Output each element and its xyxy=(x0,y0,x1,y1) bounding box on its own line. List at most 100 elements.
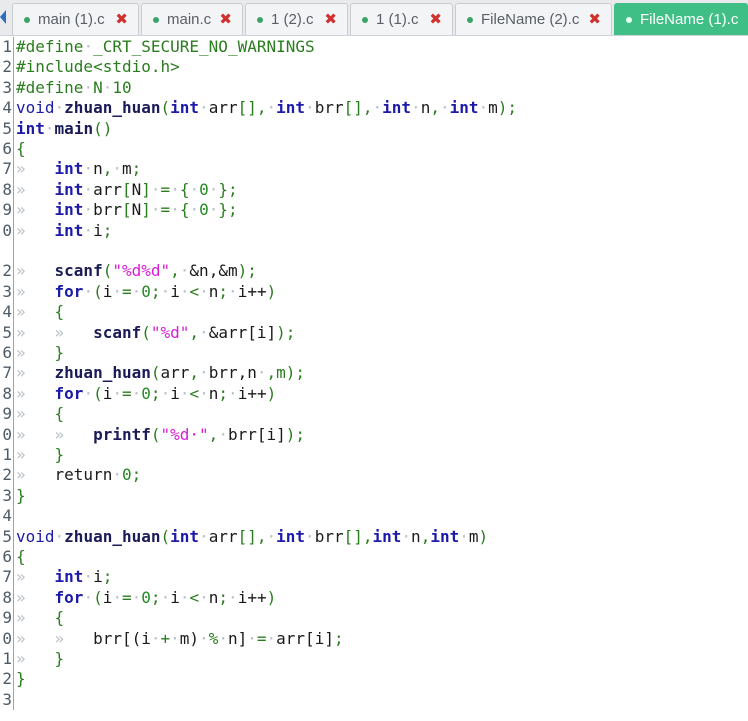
code-token: main xyxy=(54,118,94,138)
code-token: 0 xyxy=(199,179,209,199)
code-line[interactable]: 9» { xyxy=(0,608,748,629)
code-token: n xyxy=(93,159,103,179)
code-line[interactable]: 8» for·(i·=·0;·i·<·n;·i++) xyxy=(0,383,748,405)
code-token: + xyxy=(160,628,171,648)
code-text: » { xyxy=(16,302,64,322)
code-token: < xyxy=(189,383,200,403)
code-line[interactable]: 3» for·(i·=·0;·i·<·n;·i++) xyxy=(0,281,748,303)
code-line[interactable]: 8» int·arr[N]·=·{·0·}; xyxy=(0,179,748,201)
whitespace-marker: » xyxy=(16,261,55,281)
whitespace-marker: · xyxy=(199,628,209,648)
code-line[interactable]: 5» » scanf("%d",·&arr[i]); xyxy=(0,322,748,343)
code-line[interactable]: 1» } xyxy=(0,445,748,466)
tab-label: 1 (2).c xyxy=(271,11,314,28)
code-token: i xyxy=(93,220,103,240)
whitespace-marker: » xyxy=(16,383,55,403)
code-token: ,m); xyxy=(266,363,306,383)
close-tab-icon[interactable]: ✖ xyxy=(588,10,601,28)
code-line[interactable]: 7» int·i; xyxy=(0,567,748,588)
code-line[interactable]: 3 #define·N·10 xyxy=(0,77,748,99)
code-line[interactable]: 2 #include<stdio.h> xyxy=(0,57,748,78)
close-tab-icon[interactable]: ✖ xyxy=(115,10,128,28)
code-token: _CRT_SECURE_NO_WARNINGS xyxy=(93,37,315,56)
whitespace-marker: · xyxy=(478,98,489,118)
code-line[interactable]: 9» { xyxy=(0,404,748,425)
code-token: , xyxy=(170,261,180,281)
code-line[interactable]: 0» » printf("%d·",·brr[i]); xyxy=(0,424,748,445)
code-line[interactable]: 2» return·0; xyxy=(0,465,748,486)
code-editor[interactable]: 1 #define·_CRT_SECURE_NO_WARNINGS 2 #includ… xyxy=(0,36,748,721)
whitespace-marker: » xyxy=(16,567,55,587)
code-line[interactable]: 2» scanf("%d%d",·&n,&m); xyxy=(0,261,748,282)
tab-scroll-left-icon[interactable] xyxy=(0,10,6,24)
code-token: brr,n xyxy=(208,363,257,383)
code-token: i xyxy=(170,587,180,607)
code-line[interactable] xyxy=(0,241,748,262)
code-text: #include<stdio.h> xyxy=(16,57,180,77)
code-token: int xyxy=(54,179,84,199)
code-token: [], xyxy=(343,526,373,546)
line-number: 5 xyxy=(0,322,14,343)
whitespace-marker: · xyxy=(401,526,412,546)
code-line[interactable]: 3 xyxy=(0,689,748,711)
code-token: &arr[i] xyxy=(208,322,277,342)
code-line[interactable]: 5 int·main() xyxy=(0,118,748,139)
code-token: ; xyxy=(218,383,229,403)
whitespace-marker: · xyxy=(266,628,277,648)
code-line[interactable]: 0» » brr[(i·+·m)·%·n]·=·arr[i]; xyxy=(0,628,748,649)
code-line[interactable]: 7» zhuan_huan(arr,·brr,n·,m); xyxy=(0,363,748,384)
code-line[interactable]: 1 #define·_CRT_SECURE_NO_WARNINGS xyxy=(0,37,748,58)
code-token: ( xyxy=(93,383,103,403)
tab-main-1-c[interactable]: main (1).c ✖ xyxy=(12,3,139,35)
line-number: 7 xyxy=(0,363,14,384)
code-line[interactable]: 1» } xyxy=(0,649,748,670)
close-tab-icon[interactable]: ✖ xyxy=(429,10,442,28)
code-token: i xyxy=(170,281,180,301)
code-line[interactable]: 6{ xyxy=(0,547,748,568)
code-line[interactable]: 4 xyxy=(0,506,748,527)
code-text: } xyxy=(16,486,26,506)
code-token: int xyxy=(54,567,84,587)
code-line[interactable]: 8» for·(i·=·0;·i·<·n;·i++) xyxy=(0,587,748,609)
code-token: ( xyxy=(160,526,171,546)
code-text: » int·arr[N]·=·{·0·}; xyxy=(16,180,238,200)
whitespace-marker: · xyxy=(83,587,94,607)
line-number: 0 xyxy=(0,628,14,649)
tab-1-1-c[interactable]: 1 (1).c ✖ xyxy=(350,3,453,35)
code-token: arr xyxy=(160,363,190,383)
code-token: &n,&m xyxy=(189,261,238,281)
line-number: 1 xyxy=(0,445,14,466)
code-line[interactable]: 7» int·n,·m; xyxy=(0,159,748,180)
code-token: 0 xyxy=(199,200,209,220)
code-token: ; xyxy=(131,465,142,485)
tab-filename-1-c[interactable]: FileName (1).c xyxy=(614,3,748,35)
code-token: } xyxy=(54,343,65,362)
code-token: i xyxy=(102,281,113,301)
code-token: i++ xyxy=(237,383,267,403)
code-token: { xyxy=(54,608,65,628)
code-line[interactable]: 2} xyxy=(0,669,748,690)
code-text: » int·i; xyxy=(16,567,112,587)
tab-filename-2-c[interactable]: FileName (2).c ✖ xyxy=(455,3,612,35)
code-token: int xyxy=(276,526,306,546)
close-tab-icon[interactable]: ✖ xyxy=(324,10,337,28)
tab-1-2-c[interactable]: 1 (2).c ✖ xyxy=(245,3,348,35)
code-token: ); xyxy=(237,261,257,281)
whitespace-marker: » xyxy=(16,220,55,240)
whitespace-marker: · xyxy=(228,587,238,607)
code-token: ; xyxy=(333,628,344,648)
code-line[interactable]: 9» int·brr[N]·=·{·0·}; xyxy=(0,200,748,221)
code-line[interactable]: 0» int·i; xyxy=(0,220,748,241)
code-line[interactable]: 4 void·zhuan_huan(int·arr[],·int·brr[],·i… xyxy=(0,98,748,119)
code-line[interactable]: 6{ xyxy=(0,139,748,160)
tab-main-c[interactable]: main.c ✖ xyxy=(141,3,243,35)
line-number: 4 xyxy=(0,506,14,527)
close-tab-icon[interactable]: ✖ xyxy=(219,10,232,28)
code-line[interactable]: 4» { xyxy=(0,302,748,323)
code-token: n xyxy=(420,98,431,118)
code-token: #define xyxy=(16,37,84,56)
code-line[interactable]: 3} xyxy=(0,485,748,507)
code-line[interactable]: 6» } xyxy=(0,343,748,364)
line-number: 3 xyxy=(0,689,14,711)
code-line[interactable]: 5 void·zhuan_huan(int·arr[],·int·brr[],in… xyxy=(0,526,748,547)
